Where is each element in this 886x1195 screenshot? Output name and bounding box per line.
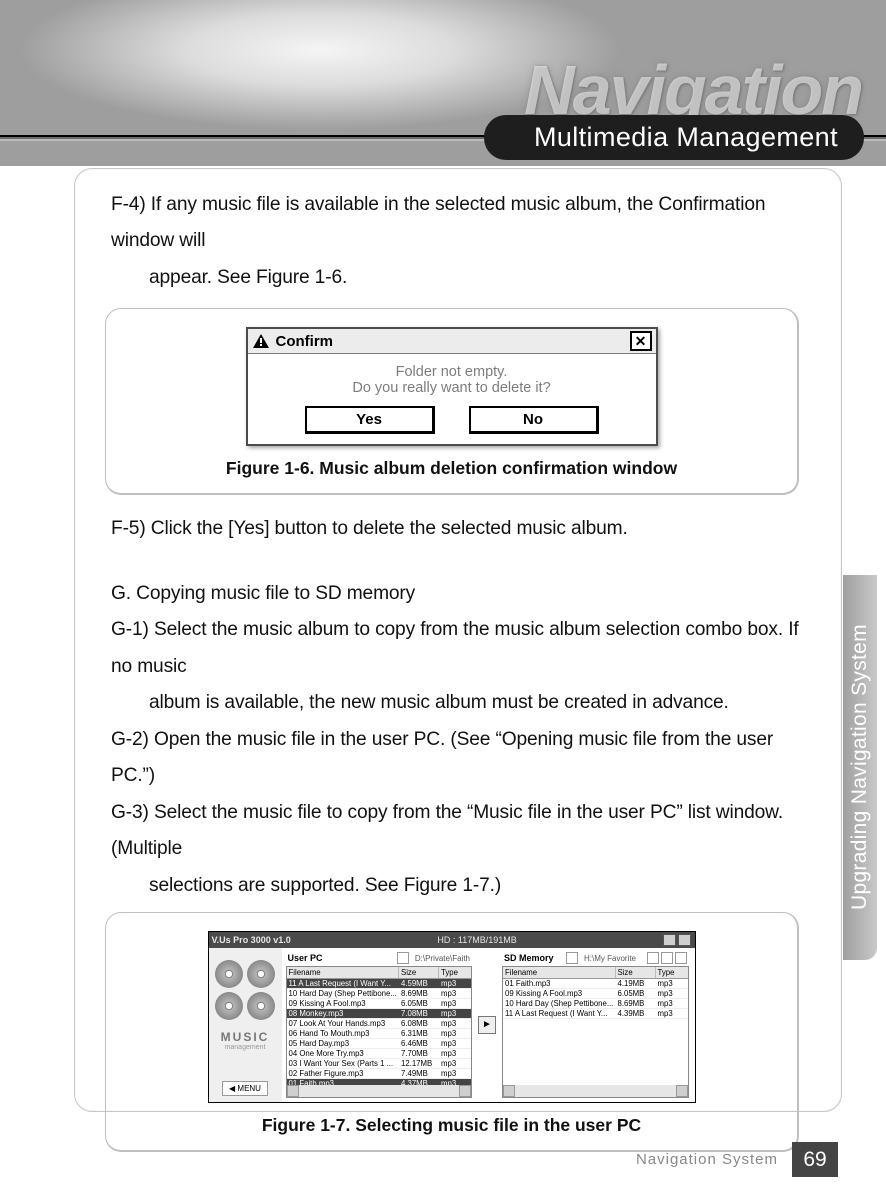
table-row[interactable]: 09 Kissing A Fool.mp36.05MBmp3 [503,989,688,999]
side-tab: Upgrading Navigation System [843,575,877,960]
figure-1-6-caption: Figure 1-6. Music album deletion confirm… [124,458,779,479]
left-pane: User PC D:\Private\Faith Filename Size T… [286,952,473,1098]
figure-1-6: Confirm ✕ Folder not empty. Do you reall… [105,308,799,495]
table-row[interactable]: 01 Faith.mp34.37MBmp3 [287,1079,472,1085]
section-title-pill: Multimedia Management [484,115,864,160]
confirm-title-text: Confirm [276,333,334,350]
table-row[interactable]: 02 Father Figure.mp37.49MBmp3 [287,1069,472,1079]
step-g2: G-2) Open the music file in the user PC.… [111,722,805,795]
table-row[interactable]: 03 I Want Your Sex (Parts 1 ...12.17MBmp… [287,1059,472,1069]
scrollbar[interactable] [503,1085,688,1097]
content-card: F-4) If any music file is available in t… [74,168,842,1112]
confirm-buttons: Yes No [248,406,656,444]
step-g: G. Copying music file to SD memory [111,576,805,612]
left-file-table[interactable]: Filename Size Type 11 A Last Request (I … [286,966,473,1098]
warning-icon [252,333,270,349]
cd-icons [215,960,275,992]
app-brand: V.Us Pro 3000 v1.0 [212,935,291,945]
step-g1-cont: album is available, the new music album … [111,685,805,721]
figure-1-7: V.Us Pro 3000 v1.0 HD : 117MB/191MB MUSI… [105,912,799,1152]
table-row[interactable]: 09 Kissing A Fool.mp36.05MBmp3 [287,999,472,1009]
tool-icon[interactable] [661,952,673,964]
table-row[interactable]: 10 Hard Day (Shep Pettibone...8.69MBmp3 [287,989,472,999]
table-row[interactable]: 11 A Last Request (I Want Y...4.39MBmp3 [503,1009,688,1019]
confirm-line2: Do you really want to delete it? [256,380,648,396]
browse-icon[interactable] [566,952,578,964]
table-row[interactable]: 06 Hand To Mouth.mp36.31MBmp3 [287,1029,472,1039]
confirm-window: Confirm ✕ Folder not empty. Do you reall… [246,327,658,446]
music-label: MUSIC [221,1030,270,1044]
menu-button[interactable]: ◀ MENU [222,1081,268,1096]
app-titlebar: V.Us Pro 3000 v1.0 HD : 117MB/191MB [209,932,695,948]
step-g3-cont: selections are supported. See Figure 1-7… [111,868,805,904]
step-f4: F-4) If any music file is available in t… [111,187,805,260]
table-row[interactable]: 08 Monkey.mp37.08MBmp3 [287,1009,472,1019]
table-row[interactable]: 04 One More Try.mp37.70MBmp3 [287,1049,472,1059]
step-g1: G-1) Select the music album to copy from… [111,612,805,685]
step-f5: F-5) Click the [Yes] button to delete th… [111,511,805,547]
page-header: Navigation Multimedia Management [0,0,886,166]
table-row[interactable]: 10 Hard Day (Shep Pettibone...8.69MBmp3 [503,999,688,1009]
step-f4-cont: appear. See Figure 1-6. [111,260,805,296]
col-size: Size [616,967,656,978]
table-row[interactable]: 07 Look At Your Hands.mp36.08MBmp3 [287,1019,472,1029]
right-path: H:\My Favorite [584,954,636,963]
table-row[interactable]: 05 Hard Day.mp36.46MBmp3 [287,1039,472,1049]
step-g3: G-3) Select the music file to copy from … [111,795,805,868]
no-button[interactable]: No [469,406,599,434]
left-path: D:\Private\Faith [415,954,470,963]
cd-icons-2 [215,992,275,1024]
panes: User PC D:\Private\Faith Filename Size T… [282,948,695,1102]
scrollbar[interactable] [287,1085,472,1097]
page-number: 69 [792,1142,838,1177]
browse-icon[interactable] [397,952,409,964]
page-footer: Navigation System 69 [0,1142,886,1177]
right-file-table[interactable]: Filename Size Type 01 Faith.mp34.19MBmp3… [502,966,689,1098]
col-filename: Filename [287,967,400,978]
figure-1-7-caption: Figure 1-7. Selecting music file in the … [124,1115,779,1136]
app-screenshot: V.Us Pro 3000 v1.0 HD : 117MB/191MB MUSI… [208,931,696,1103]
tool-icon[interactable] [675,952,687,964]
footer-label: Navigation System [636,1151,778,1168]
confirm-line1: Folder not empty. [256,364,648,380]
table-row[interactable]: 11 A Last Request (I Want Y...4.59MBmp3 [287,979,472,989]
transfer-icon[interactable]: ► [478,1016,496,1034]
music-sub: management [225,1044,266,1051]
app-sidebar: MUSIC management ◀ MENU [209,948,282,1102]
col-type: Type [656,967,688,978]
right-pane-title: SD Memory [504,953,554,963]
yes-button[interactable]: Yes [305,406,435,434]
confirm-titlebar: Confirm ✕ [248,329,656,354]
left-pane-title: User PC [288,953,323,963]
close-icon[interactable]: ✕ [630,331,652,351]
app-hd-status: HD : 117MB/191MB [437,935,516,945]
col-filename: Filename [503,967,616,978]
app-body: MUSIC management ◀ MENU User PC D:\Priva… [209,948,695,1102]
tool-icon[interactable] [647,952,659,964]
table-row[interactable]: 01 Faith.mp34.19MBmp3 [503,979,688,989]
col-size: Size [399,967,439,978]
confirm-body: Folder not empty. Do you really want to … [248,354,656,406]
window-buttons[interactable] [663,934,691,946]
col-type: Type [439,967,471,978]
right-pane: SD Memory H:\My Favorite Filename Size [502,952,689,1098]
